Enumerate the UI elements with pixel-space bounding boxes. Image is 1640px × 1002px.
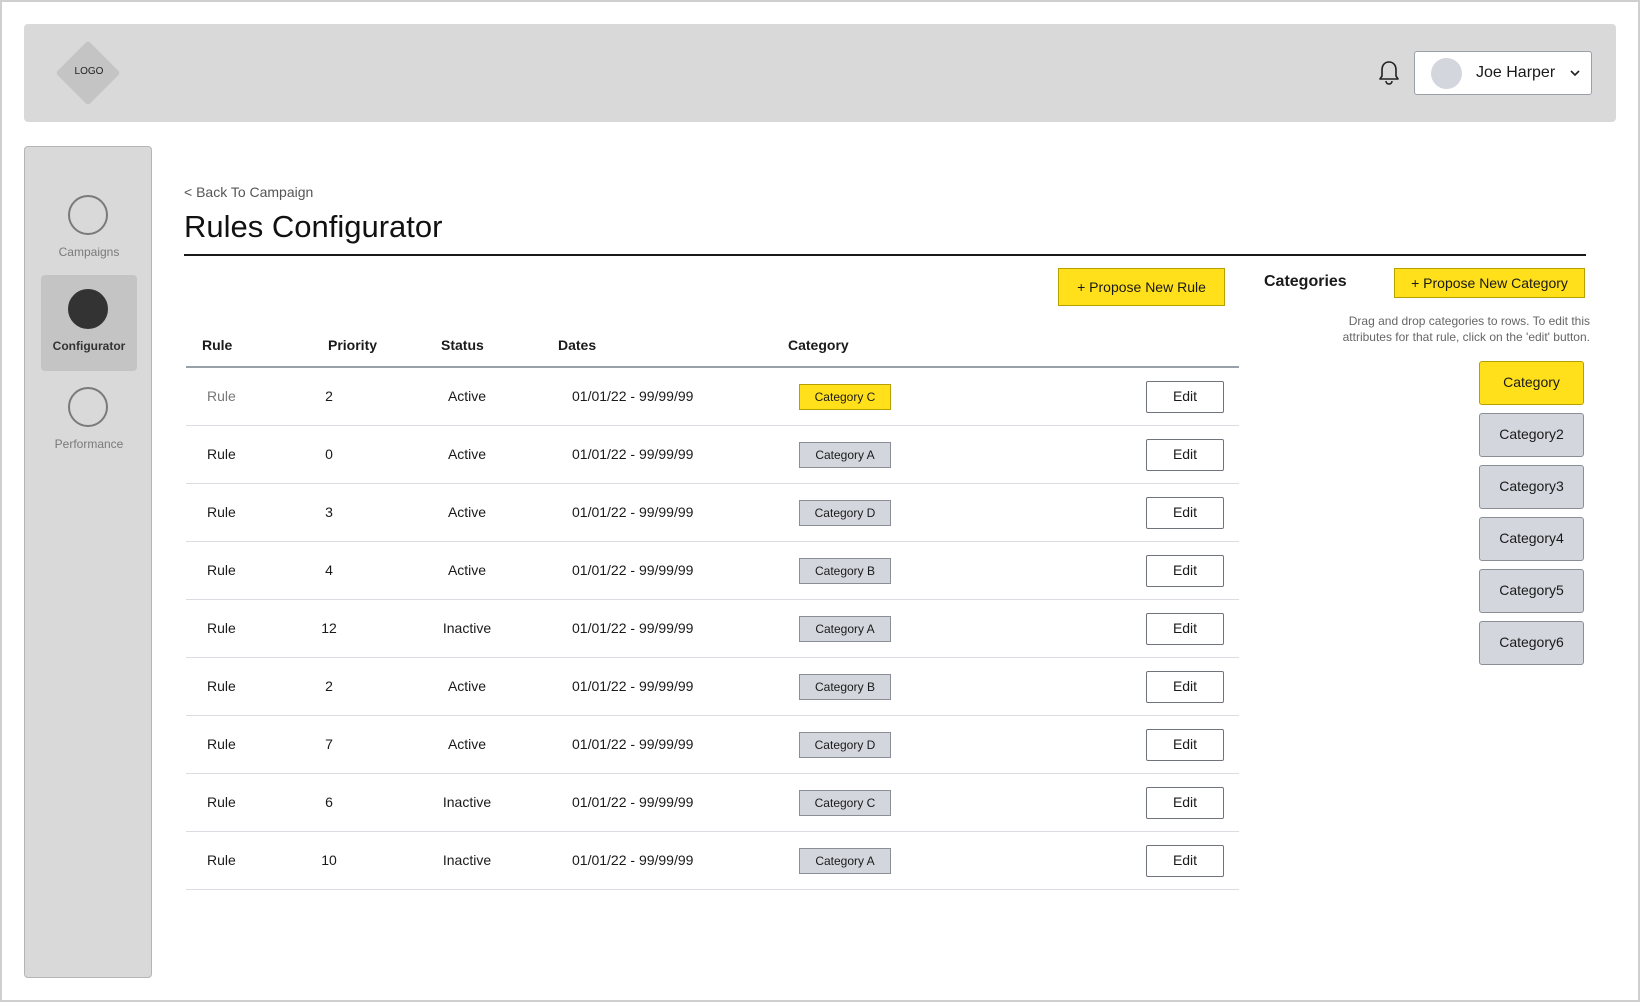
rule-dates: 01/01/22 - 99/99/99	[572, 446, 694, 462]
table-row: Rule 2 Active 01/01/22 - 99/99/99 Category B…	[186, 658, 1239, 716]
category-chip[interactable]: Category C	[799, 790, 891, 816]
configurator-icon	[68, 289, 108, 329]
sidebar-item-performance[interactable]: Performance	[41, 373, 137, 469]
user-name: Joe Harper	[1476, 64, 1556, 81]
rule-status: Active	[447, 678, 487, 694]
rule-priority: 10	[321, 852, 337, 868]
table-row: Rule 0 Active 01/01/22 - 99/99/99 Category A…	[186, 426, 1239, 484]
sidebar-item-label: Performance	[54, 437, 124, 451]
rule-dates: 01/01/22 - 99/99/99	[572, 562, 694, 578]
column-header-priority: Priority	[328, 337, 378, 353]
rule-dates: 01/01/22 - 99/99/99	[572, 852, 694, 868]
category-tile[interactable]: Category5	[1479, 569, 1584, 613]
column-header-rule: Rule	[202, 337, 233, 353]
rule-priority: 6	[325, 794, 333, 810]
edit-button[interactable]: Edit	[1146, 613, 1224, 645]
rule-priority: 4	[325, 562, 333, 578]
rule-priority: 0	[325, 446, 333, 462]
category-tile[interactable]: Category4	[1479, 517, 1584, 561]
table-row: Rule 12 Inactive 01/01/22 - 99/99/99 Categor…	[186, 600, 1239, 658]
category-chip[interactable]: Category D	[799, 732, 891, 758]
avatar	[1431, 58, 1462, 89]
page-title: Rules Configurator	[184, 209, 443, 244]
rule-priority: 2	[325, 678, 333, 694]
rule-dates: 01/01/22 - 99/99/99	[572, 678, 694, 694]
rule-priority: 3	[325, 504, 333, 520]
sidebar: Campaigns Configurator Performance	[24, 146, 152, 978]
sidebar-item-campaigns[interactable]: Campaigns	[41, 181, 137, 277]
category-chip[interactable]: Category B	[799, 558, 891, 584]
rule-name: Rule	[207, 794, 236, 810]
category-tile[interactable]: Category3	[1479, 465, 1584, 509]
rule-status: Inactive	[442, 852, 492, 868]
column-header-dates: Dates	[558, 337, 597, 353]
category-chip[interactable]: Category B	[799, 674, 891, 700]
rule-status: Inactive	[442, 794, 492, 810]
rule-status: Inactive	[442, 620, 492, 636]
rule-dates: 01/01/22 - 99/99/99	[572, 794, 694, 810]
rule-name: Rule	[207, 678, 236, 694]
logo-text: LOGO	[74, 66, 104, 77]
edit-button[interactable]: Edit	[1146, 439, 1224, 471]
table-row: Rule 2 Active 01/01/22 - 99/99/99 Category C…	[186, 368, 1239, 426]
edit-button[interactable]: Edit	[1146, 845, 1224, 877]
rule-name: Rule	[207, 620, 236, 636]
rule-name: Rule	[207, 446, 236, 462]
rule-status: Active	[447, 562, 487, 578]
sidebar-item-label: Campaigns	[58, 245, 120, 259]
rule-name: Rule	[207, 388, 236, 404]
rule-priority: 2	[325, 388, 333, 404]
category-chip[interactable]: Category A	[799, 442, 891, 468]
category-tile[interactable]: Category	[1479, 361, 1584, 405]
category-tile[interactable]: Category2	[1479, 413, 1584, 457]
rule-name: Rule	[207, 852, 236, 868]
category-chip[interactable]: Category A	[799, 848, 891, 874]
rule-dates: 01/01/22 - 99/99/99	[572, 736, 694, 752]
bell-icon[interactable]	[1378, 60, 1400, 86]
rule-dates: 01/01/22 - 99/99/99	[572, 388, 694, 404]
chevron-down-icon	[1570, 70, 1580, 77]
rule-dates: 01/01/22 - 99/99/99	[572, 620, 694, 636]
edit-button[interactable]: Edit	[1146, 555, 1224, 587]
category-chip[interactable]: Category D	[799, 500, 891, 526]
rule-status: Active	[447, 736, 487, 752]
category-tile[interactable]: Category6	[1479, 621, 1584, 665]
rule-status: Active	[447, 446, 487, 462]
rule-priority: 12	[321, 620, 337, 636]
rule-name: Rule	[207, 562, 236, 578]
sidebar-item-configurator[interactable]: Configurator	[41, 275, 137, 371]
table-row: Rule 3 Active 01/01/22 - 99/99/99 Category D…	[186, 484, 1239, 542]
rule-name: Rule	[207, 504, 236, 520]
rule-priority: 7	[325, 736, 333, 752]
rule-name: Rule	[207, 736, 236, 752]
table-row: Rule 6 Inactive 01/01/22 - 99/99/99 Category…	[186, 774, 1239, 832]
table-row: Rule 7 Active 01/01/22 - 99/99/99 Category D…	[186, 716, 1239, 774]
propose-new-category-button[interactable]: + Propose New Category	[1394, 268, 1585, 298]
category-chip[interactable]: Category C	[799, 384, 891, 410]
title-divider	[184, 254, 1586, 256]
categories-help-text: Drag and drop categories to rows. To edi…	[1342, 314, 1590, 344]
edit-button[interactable]: Edit	[1146, 497, 1224, 529]
rule-status: Active	[447, 388, 487, 404]
table-row: Rule 4 Active 01/01/22 - 99/99/99 Category B…	[186, 542, 1239, 600]
performance-icon	[68, 387, 108, 427]
edit-button[interactable]: Edit	[1146, 787, 1224, 819]
edit-button[interactable]: Edit	[1146, 671, 1224, 703]
user-menu-button[interactable]: Joe Harper	[1414, 51, 1592, 95]
rule-dates: 01/01/22 - 99/99/99	[572, 504, 694, 520]
back-to-campaign-link[interactable]: < Back To Campaign	[184, 184, 313, 200]
column-header-category: Category	[788, 337, 849, 353]
category-chip[interactable]: Category A	[799, 616, 891, 642]
sidebar-item-label: Configurator	[52, 339, 126, 353]
campaigns-icon	[68, 195, 108, 235]
edit-button[interactable]: Edit	[1146, 381, 1224, 413]
rule-status: Active	[447, 504, 487, 520]
propose-new-rule-button[interactable]: + Propose New Rule	[1058, 268, 1225, 306]
column-header-status: Status	[441, 337, 484, 353]
table-row: Rule 10 Inactive 01/01/22 - 99/99/99 Categor…	[186, 832, 1239, 890]
edit-button[interactable]: Edit	[1146, 729, 1224, 761]
categories-title: Categories	[1264, 273, 1347, 290]
